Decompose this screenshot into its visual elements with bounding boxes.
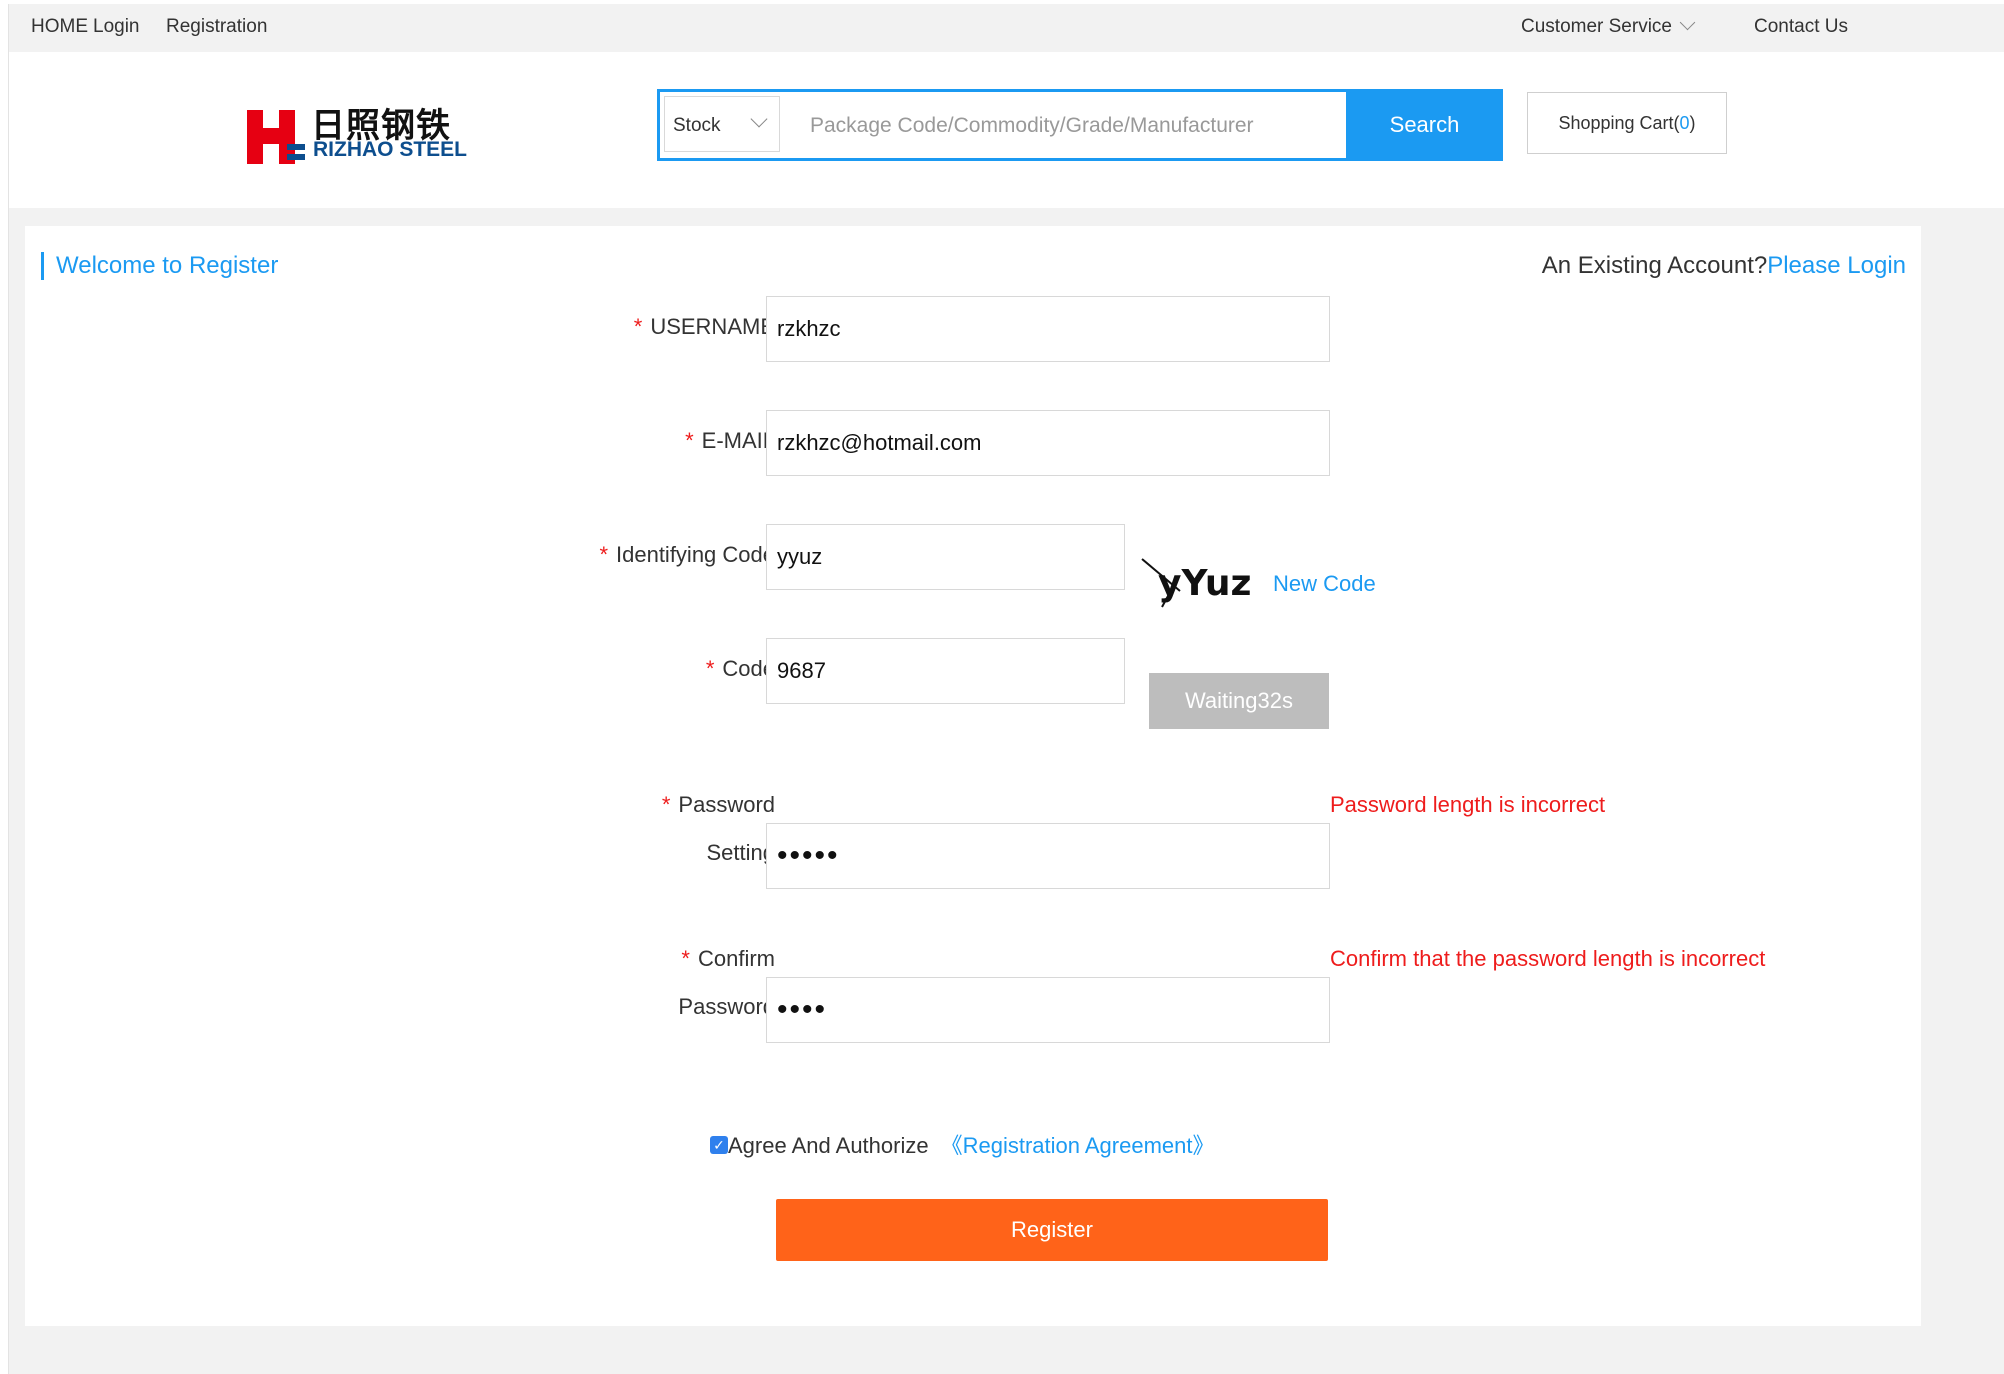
- username-label-text: USERNAME: [650, 314, 775, 339]
- existing-account-text: An Existing Account?: [1541, 252, 1768, 279]
- username-field[interactable]: [766, 296, 1330, 362]
- login-link-top[interactable]: Login: [93, 16, 140, 38]
- agree-text: Agree And Authorize: [728, 1133, 929, 1158]
- code-label: * Code: [706, 656, 775, 682]
- password-label-text: Password: [678, 792, 775, 817]
- please-login-link[interactable]: Please Login: [1767, 252, 1906, 279]
- search-bar: Stock Search: [657, 89, 1503, 161]
- confirm-password-field[interactable]: [766, 977, 1330, 1043]
- cart-label: Shopping Cart(: [1558, 113, 1680, 133]
- chevron-down-icon: [1679, 14, 1696, 31]
- confirm-label-text: Confirm: [697, 946, 775, 971]
- register-panel: Welcome to Register An Existing Account?…: [25, 226, 1921, 1326]
- password-field[interactable]: [766, 823, 1330, 889]
- required-mark: *: [599, 542, 608, 567]
- customer-service-menu[interactable]: Customer Service: [1521, 14, 1696, 38]
- top-bar: HOME Login Registration Customer Service…: [9, 4, 2004, 52]
- confirm-password-error: Confirm that the password length is inco…: [1330, 946, 1766, 971]
- registration-agreement-link[interactable]: 《Registration Agreement》: [941, 1133, 1215, 1158]
- search-input[interactable]: [810, 104, 1330, 148]
- email-label: * E-MAIL: [685, 428, 775, 454]
- agree-checkbox[interactable]: ✓: [710, 1136, 728, 1155]
- cart-label-close: ): [1689, 113, 1696, 133]
- identifying-code-label-text: Identifying Code: [616, 542, 775, 567]
- confirm-label-line2: Password: [678, 994, 775, 1019]
- captcha-image[interactable]: yYuz: [1140, 551, 1250, 611]
- existing-account-prompt: An Existing Account?Please Login: [1542, 252, 1906, 280]
- shopping-cart-button[interactable]: Shopping Cart(0): [1527, 92, 1727, 154]
- required-mark: *: [685, 428, 694, 453]
- required-mark: *: [705, 656, 715, 681]
- site-header: 日照钢铁 RIZHAO STEEL Stock Search Shopping …: [9, 52, 2004, 208]
- identifying-code-label: * Identifying Code: [599, 542, 775, 568]
- required-mark: *: [633, 314, 643, 339]
- home-link[interactable]: HOME: [31, 16, 88, 38]
- code-field[interactable]: [766, 638, 1125, 704]
- registration-link[interactable]: Registration: [166, 16, 267, 38]
- confirm-label-line1: * Confirm: [681, 946, 775, 972]
- logo-english-text: RIZHAO STEEL: [313, 138, 468, 161]
- search-button[interactable]: Search: [1346, 89, 1503, 161]
- register-button[interactable]: Register: [776, 1199, 1328, 1261]
- cart-count: 0: [1679, 113, 1690, 133]
- page-title: Welcome to Register: [41, 252, 278, 280]
- password-label-line1: * Password: [662, 792, 775, 818]
- page-frame: HOME Login Registration Customer Service…: [8, 4, 2004, 1374]
- chevron-down-icon: [750, 110, 768, 128]
- customer-service-label: Customer Service: [1521, 16, 1672, 37]
- username-label: * USERNAME: [634, 314, 775, 340]
- password-error: Password length is incorrect: [1330, 792, 1606, 817]
- send-code-button[interactable]: Waiting32s: [1149, 673, 1329, 729]
- search-category-select[interactable]: Stock: [664, 96, 780, 152]
- logo-h-mark-icon: [247, 110, 305, 164]
- email-label-text: E-MAIL: [701, 428, 775, 453]
- brand-logo[interactable]: 日照钢铁 RIZHAO STEEL: [247, 102, 483, 164]
- required-mark: *: [661, 792, 671, 817]
- captcha-text: yYuz: [1158, 563, 1250, 604]
- agreement-row: ✓ Agree And Authorize 《Registration Agreem…: [710, 1128, 1215, 1160]
- required-mark: *: [681, 946, 690, 971]
- password-label-line2: Setting: [706, 840, 776, 865]
- email-field[interactable]: [766, 410, 1330, 476]
- new-code-link[interactable]: New Code: [1273, 571, 1376, 597]
- search-category-value: Stock: [673, 115, 721, 136]
- contact-us-link[interactable]: Contact Us: [1754, 16, 1848, 38]
- identifying-code-field[interactable]: [766, 524, 1125, 590]
